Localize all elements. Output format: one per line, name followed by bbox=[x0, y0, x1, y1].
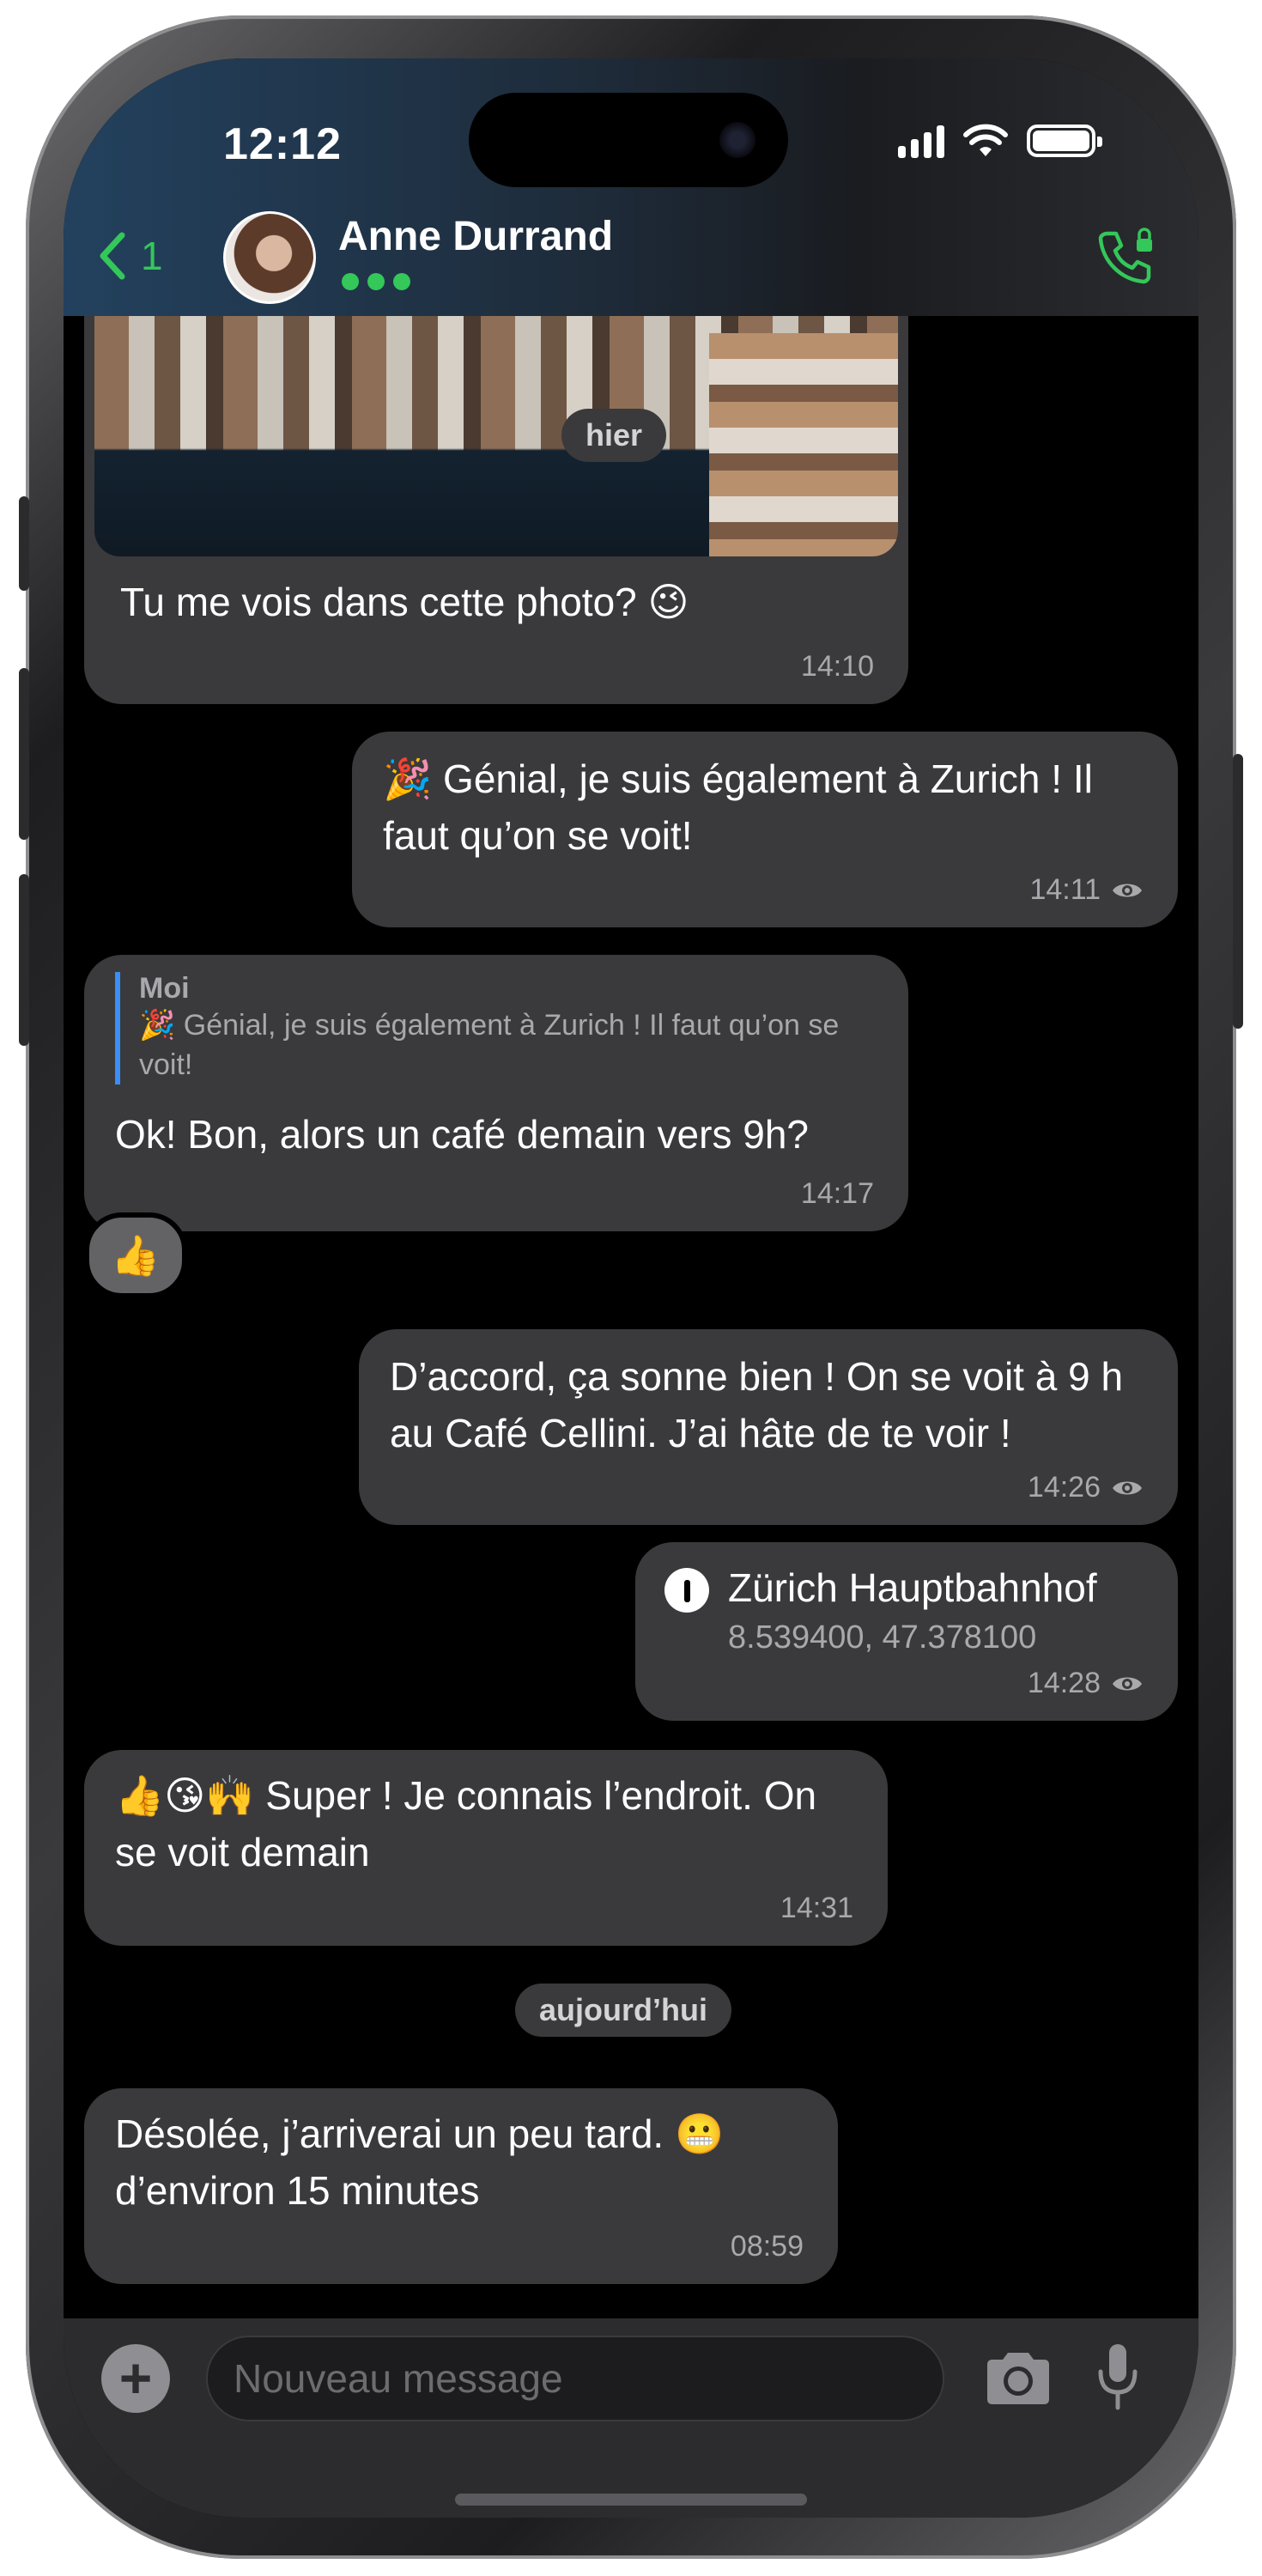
home-indicator[interactable] bbox=[455, 2494, 807, 2506]
battery-icon bbox=[1027, 125, 1102, 157]
contact-name[interactable]: Anne Durrand bbox=[338, 213, 613, 260]
reply-author: Moi bbox=[139, 972, 190, 1005]
message-sent[interactable]: 🎉 Génial, je suis également à Zurich ! I… bbox=[352, 732, 1178, 927]
location-message[interactable]: Zürich Hauptbahnhof 8.539400, 47.378100 … bbox=[635, 1542, 1178, 1721]
message-text: Ok! Bon, alors un café demain vers 9h? bbox=[115, 1112, 809, 1157]
message-text: 👍😘🙌 Super ! Je connais l’endroit. On se … bbox=[115, 1773, 817, 1874]
call-button[interactable] bbox=[1095, 227, 1156, 291]
plus-icon[interactable]: + bbox=[101, 2344, 170, 2413]
message-received[interactable]: 👍😘🙌 Super ! Je connais l’endroit. On se … bbox=[84, 1750, 888, 1946]
message-received[interactable]: Désolée, j’arriverai un peu tard. 😬 d’en… bbox=[84, 2088, 838, 2284]
message-time: 14:26 bbox=[1028, 1471, 1144, 1504]
message-list[interactable]: Tu me vois dans cette photo? 😉 14:10 hie… bbox=[64, 316, 1198, 2291]
message-time: 14:28 bbox=[1028, 1667, 1144, 1700]
location-pin-icon bbox=[664, 1568, 709, 1613]
date-separator: hier bbox=[561, 409, 667, 462]
date-separator: aujourd’hui bbox=[515, 1984, 731, 2037]
phone-lock-icon bbox=[1098, 228, 1152, 284]
back-button[interactable]: 1 bbox=[94, 230, 163, 282]
action-button bbox=[19, 496, 29, 591]
unread-count: 1 bbox=[141, 234, 163, 278]
photo-attachment[interactable] bbox=[94, 316, 898, 556]
avatar[interactable] bbox=[223, 211, 316, 304]
typing-indicator bbox=[342, 273, 410, 290]
message-time: 14:11 bbox=[1029, 873, 1144, 907]
message-composer: + bbox=[64, 2318, 1198, 2518]
phone-screen: 12:12 1 Anne Durrand Tu me vois dans cet… bbox=[64, 58, 1198, 2518]
microphone-icon[interactable] bbox=[1094, 2341, 1142, 2413]
front-camera bbox=[719, 122, 755, 158]
wifi-icon bbox=[963, 124, 1008, 156]
eye-icon bbox=[1113, 1677, 1142, 1690]
message-time: 14:10 bbox=[800, 650, 874, 683]
message-time: 14:17 bbox=[800, 1177, 874, 1210]
message-text: Désolée, j’arriverai un peu tard. 😬 d’en… bbox=[115, 2111, 725, 2213]
message-time: 08:59 bbox=[730, 2230, 804, 2263]
volume-up-button bbox=[19, 668, 29, 840]
camera-icon[interactable] bbox=[982, 2348, 1054, 2408]
dynamic-island bbox=[469, 93, 788, 187]
location-coordinates: 8.539400, 47.378100 bbox=[728, 1619, 1037, 1656]
message-text: 🎉 Génial, je suis également à Zurich ! I… bbox=[383, 756, 1093, 858]
status-time: 12:12 bbox=[223, 119, 342, 169]
message-sent[interactable]: D’accord, ça sonne bien ! On se voit à 9… bbox=[359, 1329, 1178, 1525]
message-input[interactable] bbox=[206, 2336, 944, 2421]
reply-quote[interactable]: Moi 🎉 Génial, je suis également à Zurich… bbox=[115, 972, 877, 1084]
message-time: 14:31 bbox=[780, 1892, 853, 1924]
reaction-badge[interactable]: 👍 bbox=[84, 1212, 187, 1298]
location-name: Zürich Hauptbahnhof bbox=[728, 1565, 1097, 1610]
message-text: Tu me vois dans cette photo? 😉 bbox=[120, 580, 689, 624]
message-received[interactable]: Tu me vois dans cette photo? 😉 14:10 bbox=[84, 316, 908, 704]
chevron-left-icon bbox=[100, 232, 125, 280]
volume-down-button bbox=[19, 874, 29, 1046]
signal-icon bbox=[898, 124, 944, 158]
power-button bbox=[1233, 754, 1243, 1029]
message-received[interactable]: Moi 🎉 Génial, je suis également à Zurich… bbox=[84, 955, 908, 1231]
status-icons bbox=[898, 124, 1102, 158]
chat-header: 12:12 1 Anne Durrand bbox=[64, 58, 1198, 316]
reply-text: 🎉 Génial, je suis également à Zurich ! I… bbox=[139, 1009, 840, 1081]
eye-icon bbox=[1113, 1481, 1142, 1494]
eye-icon bbox=[1113, 884, 1142, 896]
message-text: D’accord, ça sonne bien ! On se voit à 9… bbox=[390, 1354, 1124, 1455]
